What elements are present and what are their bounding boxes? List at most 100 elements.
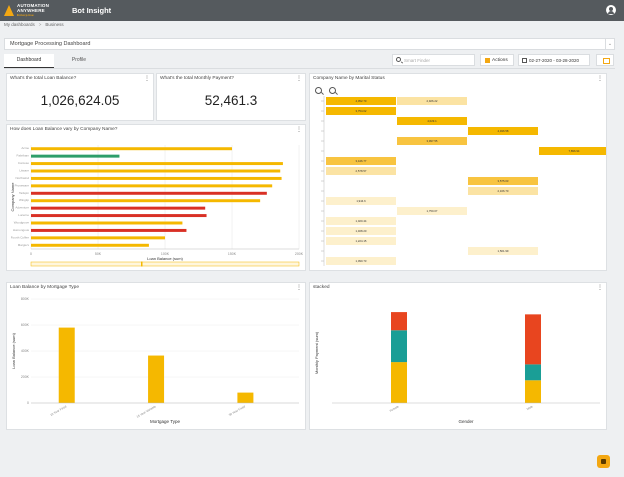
bar xyxy=(148,355,165,403)
app-title: Bot Insight xyxy=(72,6,112,15)
heatmap-cell-label: 3,754.02 xyxy=(356,109,367,113)
more-options-icon[interactable]: ⋮ xyxy=(296,127,302,133)
stacked-segment xyxy=(525,314,541,365)
heatmap-cell-label: 7,896.94 xyxy=(569,149,580,153)
heatmap-cell-label: 4,496.58 xyxy=(498,129,509,133)
y-tick-label: 800K xyxy=(21,297,30,301)
bar xyxy=(31,221,183,225)
fullscreen-button[interactable] xyxy=(596,54,614,66)
breadcrumb-current: Business xyxy=(45,22,64,27)
bar xyxy=(31,154,120,158)
x-tick-label: 15 Year Variable xyxy=(136,404,157,419)
smart-finder-input[interactable]: Smart Finder xyxy=(392,54,475,66)
stacked-chart: Female Male Gender Monthly Payment (sum) xyxy=(314,312,600,424)
kpi-total-loan-balance: What's the total Loan Balance? ⋮ 1,026,6… xyxy=(6,73,154,121)
heatmap-cell-label: 3,997.55 xyxy=(427,139,438,143)
y-tick-label: Lucerne xyxy=(18,213,29,217)
bar xyxy=(31,243,149,247)
bar xyxy=(31,199,261,203)
panel-title: Loan Balance by Mortgage Type xyxy=(10,285,79,290)
y-tick-label: Woodgrove xyxy=(14,221,30,225)
stacked-segment xyxy=(391,362,407,403)
heatmap-cell-label: 1,468.20 xyxy=(356,229,367,233)
kpi-value: 1,026,624.05 xyxy=(40,93,120,108)
chevron-down-icon[interactable]: ⌄ xyxy=(605,39,614,49)
x-tick-label: 200K xyxy=(295,252,304,256)
date-range-text: 02-27-2020 - 03-28-2020 xyxy=(529,58,580,63)
x-tick-label: Male xyxy=(526,404,534,411)
assistant-button[interactable] xyxy=(597,455,610,468)
heatmap-chart: 4,052.70 2,926.22 3,754.02 4,029.1 4,496.58 3… xyxy=(321,96,606,266)
x-axis-label: Gender xyxy=(458,419,474,424)
breadcrumb-root[interactable]: My dashboards xyxy=(4,22,35,27)
kpi-title: What's the total Monthly Payment? xyxy=(160,76,234,81)
dashboard-selector[interactable]: Mortgage Processing Dashboard ⌄ xyxy=(4,38,615,50)
breadcrumb-separator: > xyxy=(38,22,42,27)
x-tick-label: 0 xyxy=(30,252,32,256)
dashboard-name: Mortgage Processing Dashboard xyxy=(10,41,91,47)
y-tick-label: Fourth Coffee xyxy=(11,235,30,239)
breadcrumb: My dashboards > Business xyxy=(4,22,64,27)
heatmap-cell-label: 3,446.77 xyxy=(356,159,367,163)
y-axis-label: Company Name xyxy=(10,182,15,212)
bar xyxy=(31,176,282,180)
y-tick-label: Contoso xyxy=(18,161,30,165)
automation-anywhere-logo[interactable]: AUTOMATION ANYWHERE Enterprise xyxy=(4,2,66,19)
bar xyxy=(31,228,187,232)
heatmap-cell-label: 1,944.6 xyxy=(356,199,366,203)
hbar-chart: 0 50K 100K 150K 200KAcmeFabrikamContosoLitwa… xyxy=(10,145,304,267)
vbar-chart: 0 200K 400K 600K 800K 10 Year Fixed 15 Year Va… xyxy=(11,297,299,424)
company-by-marital-status-panel: Company Name by Marital Status ⋮ 4,052.7… xyxy=(309,73,607,271)
heatmap-cell-label: 1,501.99 xyxy=(498,249,509,253)
date-range-picker[interactable]: 02-27-2020 - 03-28-2020 xyxy=(518,54,590,66)
heatmap-cell-label: 3,575.03 xyxy=(498,179,509,183)
more-options-icon[interactable]: ⋮ xyxy=(144,76,150,82)
y-tick-label: Humongous xyxy=(13,228,30,232)
zoom-in-icon[interactable] xyxy=(315,87,322,94)
y-tick-label: 200K xyxy=(21,375,30,379)
y-tick-label: Litware xyxy=(19,169,29,173)
bar xyxy=(31,162,283,166)
panel-title: Company Name by Marital Status xyxy=(313,76,385,81)
more-options-icon[interactable]: ⋮ xyxy=(296,76,302,82)
loan-balance-by-mortgage-type-panel: Loan Balance by Mortgage Type ⋮ 0 200K 400… xyxy=(6,282,306,430)
y-tick-label: 0 xyxy=(27,401,29,405)
search-icon xyxy=(396,57,401,62)
more-options-icon[interactable]: ⋮ xyxy=(597,285,603,291)
x-axis-label: Mortgage Type xyxy=(150,419,180,424)
panel-title: stacked xyxy=(313,285,330,290)
stacked-panel: stacked ⋮ Female Male Gender Monthly Paymen… xyxy=(309,282,607,430)
more-options-icon[interactable]: ⋮ xyxy=(296,285,302,291)
x-tick-label: Female xyxy=(389,404,400,413)
stacked-segment xyxy=(391,330,407,363)
stacked-segment xyxy=(525,364,541,381)
bar xyxy=(31,169,281,173)
search-placeholder: Smart Finder xyxy=(404,58,431,63)
y-tick-label: 400K xyxy=(21,349,30,353)
panel-title: How does Loan Balance vary by Company Na… xyxy=(10,127,118,132)
heatmap-cell-label: 2,926.22 xyxy=(427,99,438,103)
heatmap-cell-label: 2,578.57 xyxy=(356,169,367,173)
bar xyxy=(31,206,206,210)
user-account-icon[interactable] xyxy=(606,5,616,15)
y-tick-label: Tailspin xyxy=(19,191,29,195)
x-axis-label: Loan Balance (sum) xyxy=(147,256,183,261)
actions-icon xyxy=(485,58,490,63)
tab-divider xyxy=(4,68,615,69)
more-options-icon[interactable]: ⋮ xyxy=(597,76,603,82)
y-tick-label: Wingtip xyxy=(19,198,29,202)
x-tick-label: 30 Year Fixed xyxy=(228,404,246,417)
loan-balance-by-company-panel: How does Loan Balance vary by Company Na… xyxy=(6,124,306,271)
tab-profile[interactable]: Profile xyxy=(54,54,104,68)
y-tick-label: Margie's xyxy=(18,243,30,247)
y-tick-label: 600K xyxy=(21,323,30,327)
calendar-icon xyxy=(522,58,527,63)
top-bar: AUTOMATION ANYWHERE Enterprise Bot Insig… xyxy=(0,0,624,21)
actions-button[interactable]: Actions xyxy=(480,54,514,66)
tab-dashboard[interactable]: Dashboard xyxy=(4,54,54,68)
brand-sub: Enterprise xyxy=(17,13,34,17)
zoom-out-icon[interactable] xyxy=(329,87,336,94)
bar xyxy=(237,392,254,403)
range-slider-handle xyxy=(141,261,143,267)
x-tick-label: 10 Year Fixed xyxy=(49,404,67,417)
